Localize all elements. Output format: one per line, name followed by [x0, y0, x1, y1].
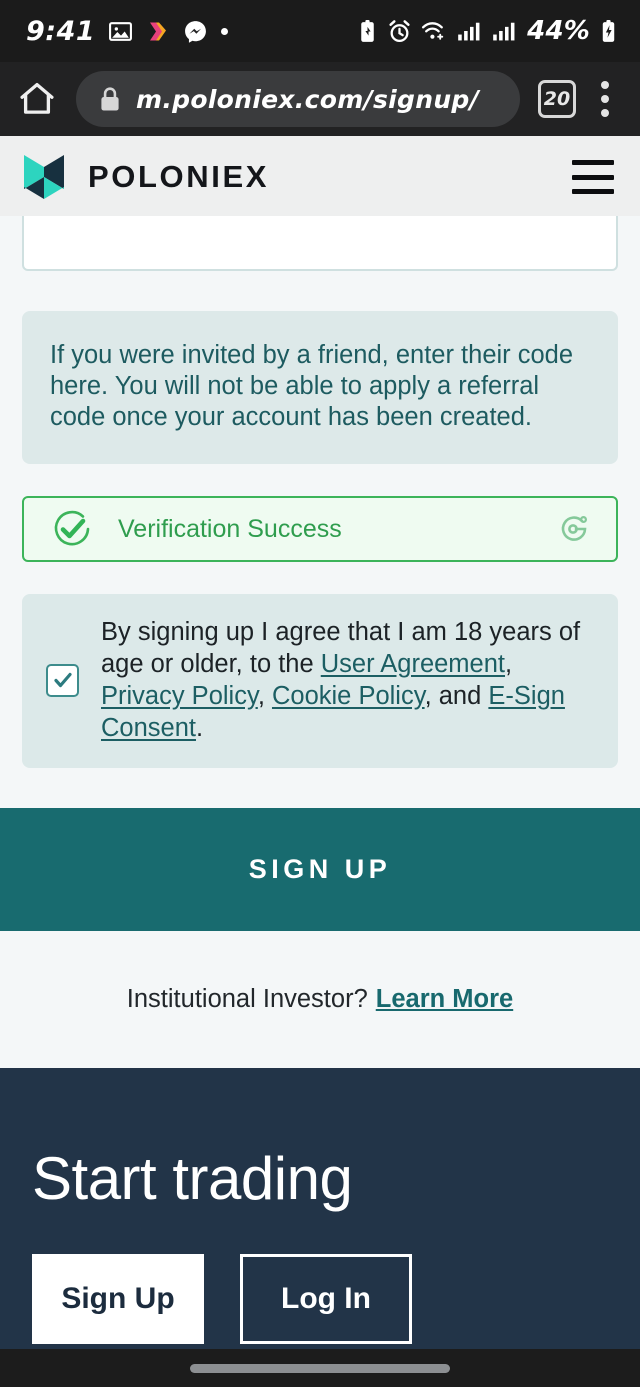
link-user-agreement[interactable]: User Agreement	[321, 650, 505, 678]
institutional-investor-text: Institutional Investor?	[126, 985, 368, 1013]
captcha-refresh-icon[interactable]	[554, 509, 594, 549]
terms-consent-box: By signing up I agree that I am 18 years…	[22, 594, 618, 768]
status-bar-right-group: 44%	[357, 16, 618, 46]
signup-page: If you were invited by a friend, enter t…	[0, 216, 640, 1068]
brand-group[interactable]: POLONIEX	[22, 153, 269, 201]
status-bar-left-group: 9:41	[26, 15, 229, 47]
referral-hint-box: If you were invited by a friend, enter t…	[22, 311, 618, 464]
captcha-verification-box: Verification Success	[22, 496, 618, 562]
brand-name: POLONIEX	[88, 159, 269, 194]
signal-bars-2-icon	[493, 22, 515, 41]
footer-cta-section: Start trading Sign Up Log In Institution…	[0, 1068, 640, 1387]
status-bar-clock: 9:41	[26, 15, 96, 47]
mobile-screen: 9:41 44% m.poloniex.com/signup/ 20 POLON…	[0, 0, 640, 1387]
footer-button-group: Sign Up Log In	[32, 1254, 608, 1344]
footer-log-in-button[interactable]: Log In	[240, 1254, 412, 1344]
dot-indicator-icon	[221, 27, 229, 35]
institutional-learn-more-link[interactable]: Learn More	[376, 985, 513, 1014]
home-indicator-pill[interactable]	[190, 1363, 450, 1373]
charging-battery-icon	[602, 19, 615, 42]
browser-toolbar: m.poloniex.com/signup/ 20	[0, 62, 640, 136]
alarm-clock-icon	[389, 19, 410, 42]
link-cookie-policy[interactable]: Cookie Policy	[272, 682, 425, 710]
terms-consent-text: By signing up I agree that I am 18 years…	[101, 616, 594, 744]
referral-code-input[interactable]	[22, 216, 618, 271]
android-gesture-nav-bar	[0, 1349, 640, 1387]
sign-up-submit-button[interactable]: SIGN UP	[0, 808, 640, 931]
link-privacy-policy[interactable]: Privacy Policy	[101, 682, 258, 710]
consent-text-end: .	[195, 714, 204, 742]
address-bar[interactable]: m.poloniex.com/signup/	[76, 71, 520, 127]
form-container: If you were invited by a friend, enter t…	[0, 216, 640, 768]
messenger-icon	[185, 20, 207, 43]
wifi-icon	[422, 22, 444, 40]
footer-heading: Start trading	[32, 1145, 353, 1212]
battery-percent-label: 44%	[527, 16, 590, 46]
checkbox-checked-icon	[53, 672, 72, 688]
verification-status-label: Verification Success	[118, 514, 342, 543]
referral-hint-text: If you were invited by a friend, enter t…	[50, 341, 574, 431]
hamburger-menu-icon[interactable]	[572, 160, 614, 194]
consent-sep-1: ,	[505, 650, 513, 678]
footer-sign-up-button[interactable]: Sign Up	[32, 1254, 204, 1344]
tab-counter-button[interactable]: 20	[538, 80, 576, 118]
signal-bars-icon	[458, 22, 480, 41]
url-text: m.poloniex.com/signup/	[136, 84, 480, 114]
consent-sep-3: , and	[424, 682, 489, 710]
consent-sep-2: ,	[257, 682, 272, 710]
site-header: POLONIEX	[0, 136, 640, 218]
institutional-investor-row: Institutional Investor? Learn More	[0, 931, 640, 1068]
check-circle-icon	[54, 510, 90, 546]
lock-icon	[101, 86, 119, 111]
terms-checkbox[interactable]	[46, 663, 79, 697]
adobe-arrow-icon	[150, 22, 167, 40]
kebab-menu-icon[interactable]	[588, 77, 622, 121]
battery-saver-icon	[361, 19, 374, 42]
android-status-bar: 9:41 44%	[0, 0, 640, 62]
poloniex-logo-icon	[24, 155, 64, 199]
photos-icon	[109, 21, 133, 41]
home-icon[interactable]	[16, 78, 58, 120]
